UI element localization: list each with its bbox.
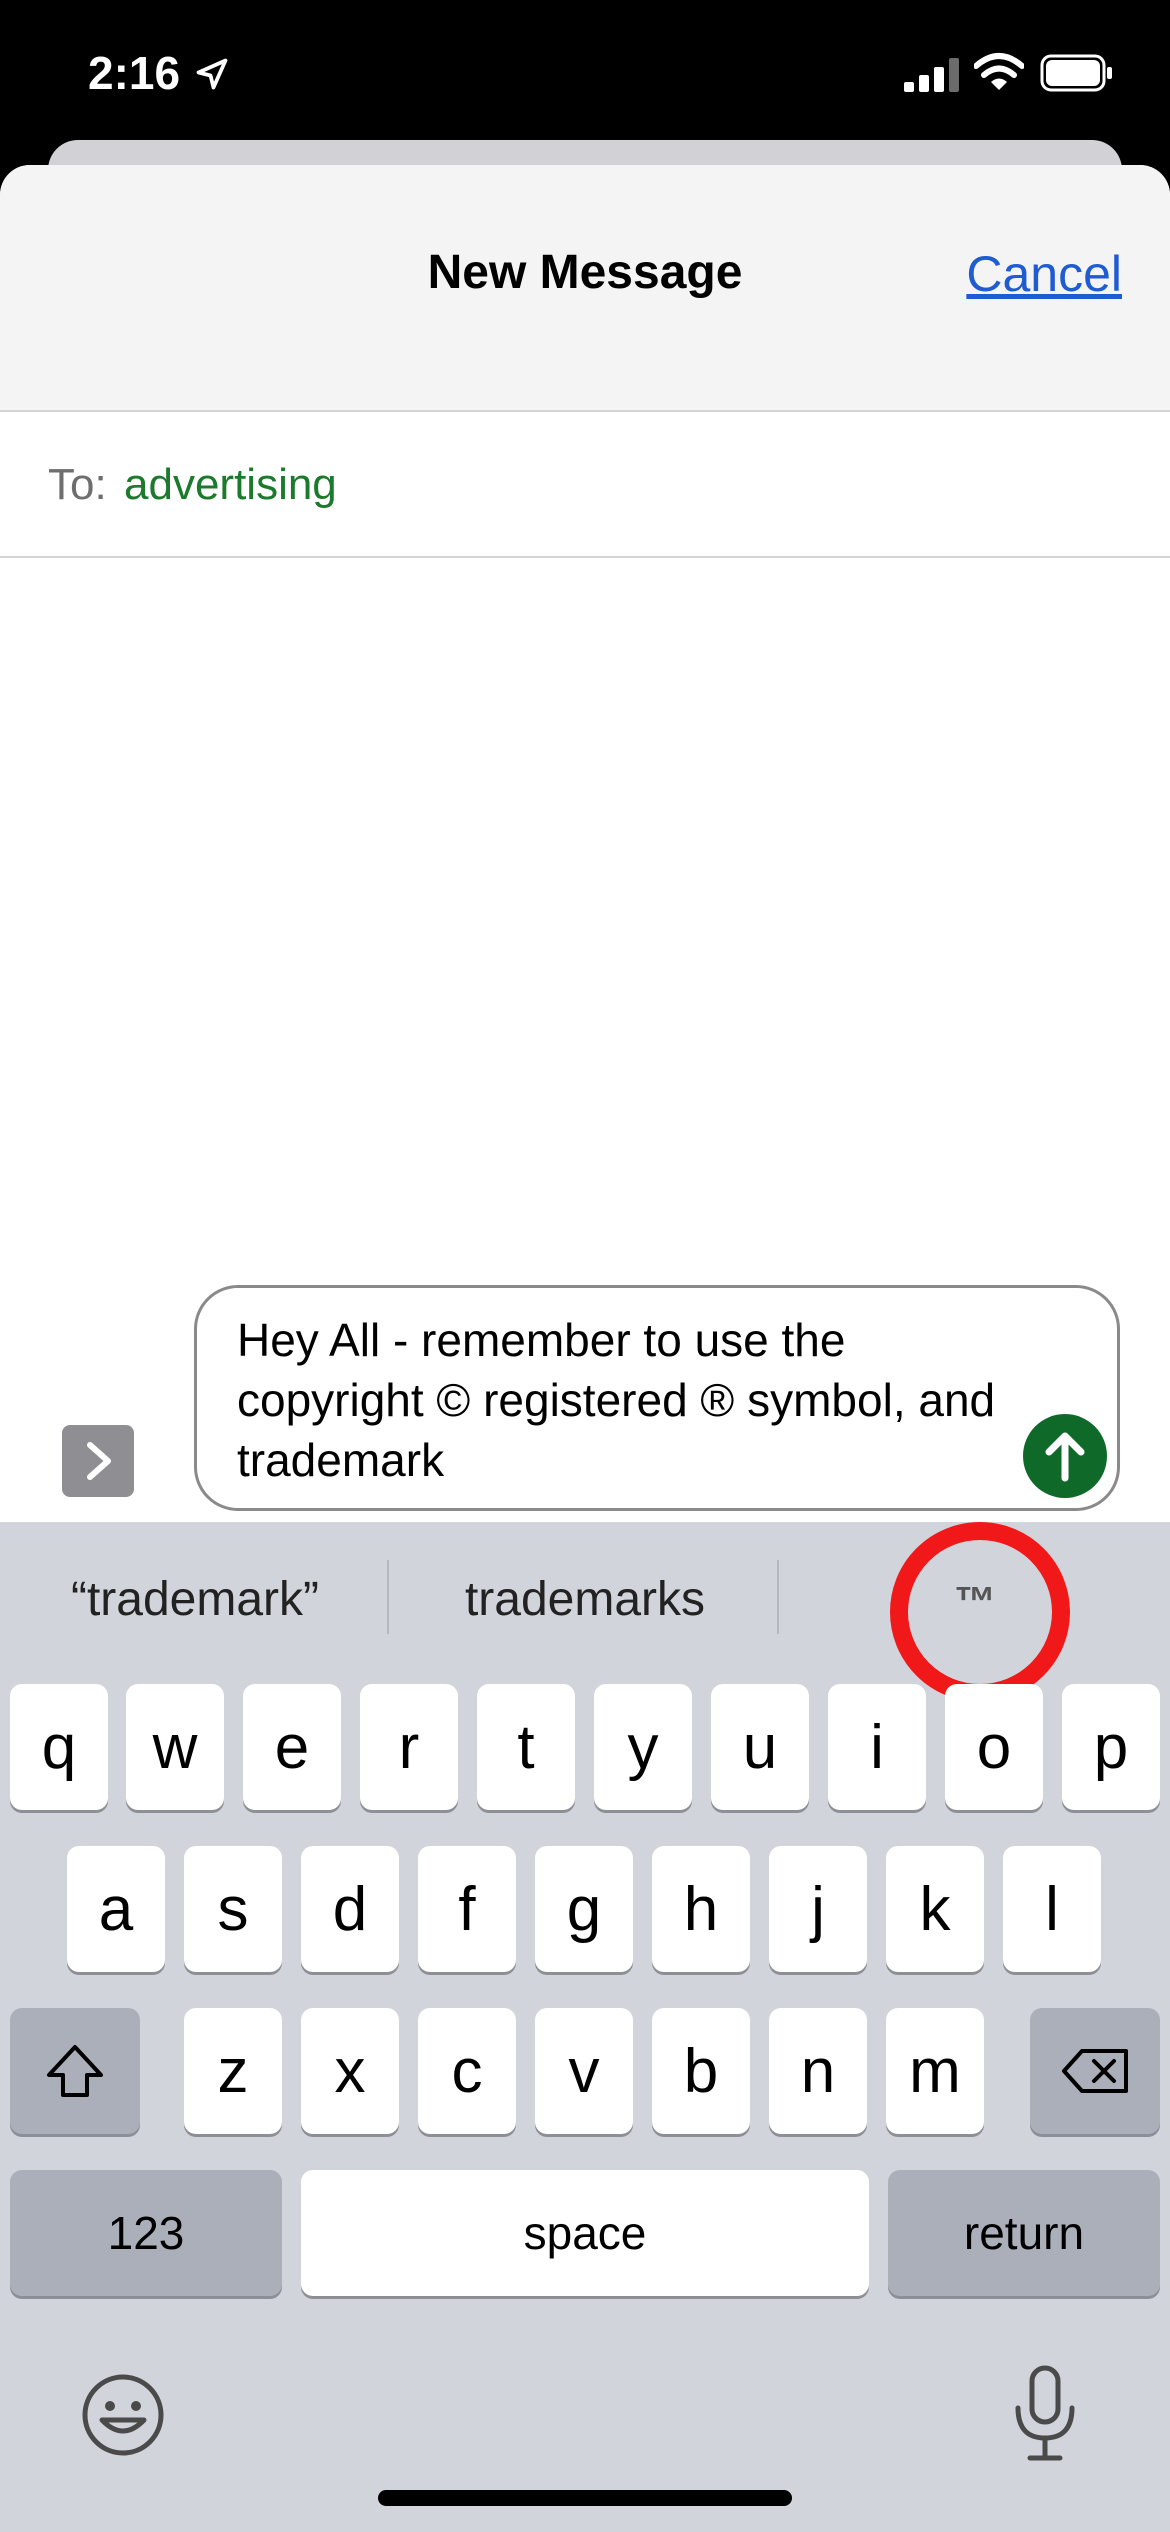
chevron-right-icon [87,1442,111,1480]
key-c[interactable]: c [418,2008,516,2134]
delete-key[interactable] [1030,2008,1160,2134]
keyboard: “trademark” trademarks ™ q w e r t y u i… [0,1522,1170,2532]
key-f[interactable]: f [418,1846,516,1972]
key-p[interactable]: p [1062,1684,1160,1810]
key-d[interactable]: d [301,1846,399,1972]
space-key[interactable]: space [301,2170,869,2296]
numbers-key[interactable]: 123 [10,2170,282,2296]
key-v[interactable]: v [535,2008,633,2134]
shift-arrow-icon [47,2045,103,2097]
key-z[interactable]: z [184,2008,282,2134]
shift-key[interactable] [10,2008,140,2134]
key-b[interactable]: b [652,2008,750,2134]
send-button[interactable] [1023,1414,1107,1498]
message-input[interactable]: Hey All - remember to use the copyright … [194,1285,1120,1511]
suggestion-divider [387,1560,389,1634]
emoji-icon[interactable] [80,2372,166,2458]
key-o[interactable]: o [945,1684,1043,1810]
expand-apps-button[interactable] [62,1425,134,1497]
key-n[interactable]: n [769,2008,867,2134]
key-i[interactable]: i [828,1684,926,1810]
suggestion-trademark-symbol[interactable]: ™ [800,1578,1150,1626]
key-x[interactable]: x [301,2008,399,2134]
microphone-icon[interactable] [1010,2364,1080,2464]
key-r[interactable]: r [360,1684,458,1810]
cellular-signal-icon [904,58,959,92]
message-text[interactable]: Hey All - remember to use the copyright … [237,1310,1017,1490]
key-h[interactable]: h [652,1846,750,1972]
key-e[interactable]: e [243,1684,341,1810]
battery-icon [1040,54,1112,92]
cancel-button[interactable]: Cancel [966,245,1122,303]
wifi-icon [974,53,1024,90]
suggestion-divider [777,1560,779,1634]
key-s[interactable]: s [184,1846,282,1972]
navigation-bar: New Message Cancel [0,165,1170,412]
key-k[interactable]: k [886,1846,984,1972]
suggestion-quoted[interactable]: “trademark” [20,1572,370,1627]
to-label: To: [48,460,107,509]
backspace-icon [1062,2049,1128,2093]
key-m[interactable]: m [886,2008,984,2134]
key-y[interactable]: y [594,1684,692,1810]
location-arrow-icon [196,58,228,90]
key-t[interactable]: t [477,1684,575,1810]
key-w[interactable]: w [126,1684,224,1810]
suggestion-plural[interactable]: trademarks [390,1572,780,1627]
key-u[interactable]: u [711,1684,809,1810]
return-key[interactable]: return [888,2170,1160,2296]
home-indicator[interactable] [378,2490,792,2506]
predictive-bar: “trademark” trademarks ™ [0,1522,1170,1702]
key-l[interactable]: l [1003,1846,1101,1972]
arrow-up-icon [1045,1432,1085,1482]
status-bar: 2:16 [0,0,1170,150]
key-g[interactable]: g [535,1846,633,1972]
status-time: 2:16 [88,47,181,99]
key-a[interactable]: a [67,1846,165,1972]
recipient-value[interactable]: advertising [124,460,337,510]
recipient-field[interactable]: To: advertising [0,412,1170,558]
key-q[interactable]: q [10,1684,108,1810]
key-j[interactable]: j [769,1846,867,1972]
